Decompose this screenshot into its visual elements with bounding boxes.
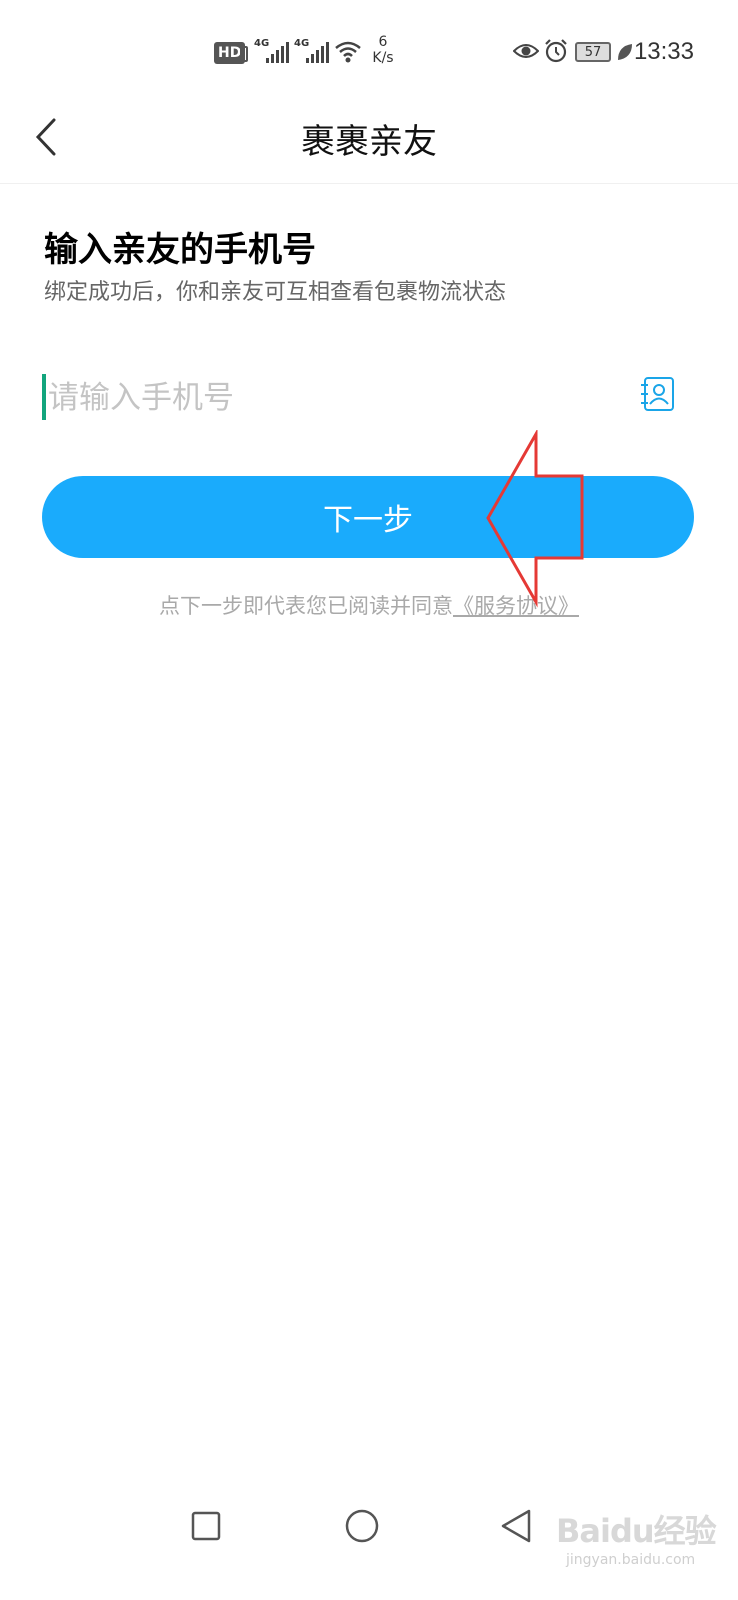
- page-title: 裹裹亲友: [301, 122, 437, 162]
- battery-icon: 57: [575, 42, 611, 62]
- agreement-prefix: 点下一步即代表您已阅读并同意: [159, 594, 453, 618]
- triangle-back-icon: [501, 1509, 531, 1543]
- agreement-notice: 点下一步即代表您已阅读并同意《服务协议》: [0, 590, 738, 620]
- status-bar: HD 4G 4G 6 K/s 57 13:33: [0, 0, 738, 100]
- section-heading: 输入亲友的手机号: [44, 230, 316, 270]
- eye-comfort-icon: [513, 40, 539, 62]
- signal-strength-icon: 4G: [254, 38, 289, 64]
- alarm-icon: [543, 38, 569, 64]
- battery-level: 57: [584, 44, 602, 60]
- service-agreement-link[interactable]: 《服务协议》: [453, 594, 579, 618]
- network-speed: 6 K/s: [366, 34, 400, 66]
- contacts-book-icon: [641, 377, 674, 411]
- contacts-button[interactable]: [640, 376, 676, 412]
- next-step-button[interactable]: 下一步: [42, 476, 694, 558]
- signal-strength-icon-2: 4G: [294, 38, 329, 64]
- clock-time: 13:33: [633, 38, 694, 65]
- wifi-icon: [334, 40, 362, 64]
- power-saving-leaf-icon: [616, 42, 634, 62]
- recent-apps-button[interactable]: [186, 1506, 226, 1546]
- back-nav-button[interactable]: [496, 1506, 536, 1546]
- square-icon: [191, 1511, 221, 1541]
- network-type-label-2: 4G: [294, 38, 310, 49]
- app-header: 裹裹亲友: [0, 100, 738, 184]
- phone-input-row: [42, 370, 692, 426]
- hd-sub-icon: [240, 46, 248, 62]
- home-button[interactable]: [342, 1506, 382, 1546]
- baidu-jingyan-watermark-url: jingyan.baidu.com: [566, 1552, 696, 1568]
- network-speed-value: 6: [378, 34, 388, 50]
- network-speed-unit: K/s: [372, 50, 394, 66]
- network-type-label: 4G: [254, 38, 270, 49]
- phone-number-input[interactable]: [48, 370, 628, 426]
- circle-icon: [345, 1509, 379, 1543]
- baidu-jingyan-watermark-logo: Baidu经验: [556, 1512, 717, 1550]
- section-description: 绑定成功后，你和亲友可互相查看包裹物流状态: [44, 280, 507, 305]
- text-cursor: [42, 374, 46, 420]
